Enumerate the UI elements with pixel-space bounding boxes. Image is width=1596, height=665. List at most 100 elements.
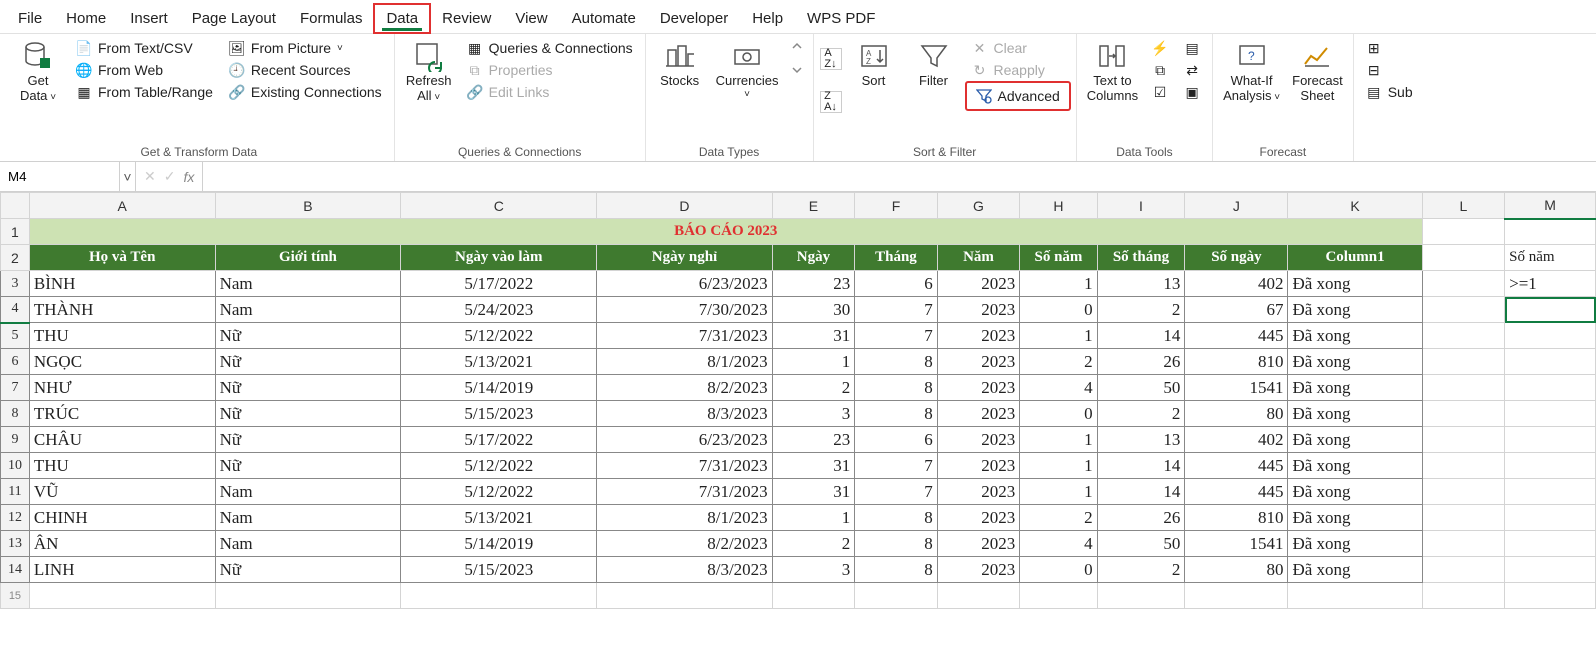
cell[interactable]: 4 [1020,375,1097,401]
cell[interactable]: 5/17/2022 [401,271,597,297]
cell[interactable]: 13 [1097,271,1185,297]
cell[interactable]: CHINH [29,505,215,531]
cell[interactable]: 13 [1097,427,1185,453]
active-cell[interactable] [1505,297,1596,323]
cell[interactable]: Đã xong [1288,427,1422,453]
cell[interactable] [855,583,938,609]
cell[interactable]: ÂN [29,531,215,557]
table-header[interactable]: Ngày vào làm [401,245,597,271]
col-header-G[interactable]: G [937,193,1020,219]
sort-asc-button[interactable]: AZ↓ [820,48,842,70]
from-table-button[interactable]: ▦ From Table/Range [70,82,219,102]
cell[interactable]: 23 [772,427,855,453]
cell[interactable]: 80 [1185,557,1288,583]
cell[interactable]: Nữ [215,557,401,583]
menu-home[interactable]: Home [54,4,118,33]
cell[interactable]: VŨ [29,479,215,505]
cell[interactable]: Nam [215,271,401,297]
row-header-3[interactable]: 3 [1,271,30,297]
cell[interactable] [1185,583,1288,609]
col-header-C[interactable]: C [401,193,597,219]
cell[interactable]: 31 [772,479,855,505]
cell[interactable] [1505,557,1596,583]
reapply-button[interactable]: ↻ Reapply [966,60,1070,80]
row-header-9[interactable]: 9 [1,427,30,453]
cell[interactable] [597,583,772,609]
cell[interactable] [1505,349,1596,375]
menu-data[interactable]: Data [374,4,430,33]
advanced-filter-button[interactable]: Advanced [966,82,1070,110]
cell[interactable]: 31 [772,453,855,479]
cell[interactable]: 7 [855,297,938,323]
cell-M1[interactable] [1505,219,1596,245]
cell[interactable]: 30 [772,297,855,323]
name-box-dropdown[interactable]: ˅ [120,162,136,191]
cell[interactable] [1422,323,1505,349]
queries-connections-button[interactable]: ▦ Queries & Connections [461,38,639,58]
cell[interactable] [1422,427,1505,453]
row-header-15[interactable]: 15 [1,583,30,609]
cell[interactable]: 2023 [937,479,1020,505]
cell[interactable] [1505,583,1596,609]
cell[interactable]: 6 [855,427,938,453]
cell[interactable]: Đã xong [1288,401,1422,427]
enter-icon[interactable]: ✓ [164,168,176,185]
recent-sources-button[interactable]: 🕘 Recent Sources [223,60,388,80]
table-header[interactable]: Số tháng [1097,245,1185,271]
cell[interactable]: 7 [855,323,938,349]
cell[interactable] [1422,557,1505,583]
row-header-11[interactable]: 11 [1,479,30,505]
cell[interactable]: Đã xong [1288,349,1422,375]
cell[interactable]: 1 [1020,453,1097,479]
from-text-csv-button[interactable]: 📄 From Text/CSV [70,38,219,58]
cell[interactable]: 2023 [937,505,1020,531]
col-header-D[interactable]: D [597,193,772,219]
cell[interactable]: 8 [855,401,938,427]
cell[interactable]: Đã xong [1288,323,1422,349]
menu-view[interactable]: View [503,4,559,33]
cell[interactable]: Nữ [215,323,401,349]
cell[interactable]: Nữ [215,349,401,375]
cell[interactable] [772,583,855,609]
cell[interactable]: 402 [1185,427,1288,453]
cell[interactable] [1505,453,1596,479]
cell[interactable] [1505,505,1596,531]
col-header-K[interactable]: K [1288,193,1422,219]
cell[interactable]: 1 [1020,323,1097,349]
cell[interactable]: 8 [855,505,938,531]
cell[interactable]: 3 [772,557,855,583]
cell[interactable]: NGỌC [29,349,215,375]
refresh-all-button[interactable]: Refresh All [401,38,457,106]
row-header-2[interactable]: 2 [1,245,30,271]
cell[interactable]: Nam [215,505,401,531]
cell[interactable]: 8 [855,349,938,375]
flash-fill-button[interactable]: ⚡ [1146,38,1174,58]
group-button[interactable]: ⊞ [1360,38,1419,58]
cell[interactable]: 3 [772,401,855,427]
cell[interactable]: Đã xong [1288,271,1422,297]
cell[interactable] [1505,531,1596,557]
cell[interactable]: Nữ [215,375,401,401]
cell[interactable]: 2023 [937,271,1020,297]
row-header-4[interactable]: 4 [1,297,30,323]
table-header[interactable]: Giới tính [215,245,401,271]
cell[interactable]: 14 [1097,453,1185,479]
menu-review[interactable]: Review [430,4,503,33]
remove-dup-button[interactable]: ⧉ [1146,60,1174,80]
cell[interactable]: 2 [1097,297,1185,323]
table-header[interactable]: Column1 [1288,245,1422,271]
cell[interactable]: 8/3/2023 [597,401,772,427]
cell[interactable]: 2 [1097,401,1185,427]
cell[interactable]: Đã xong [1288,453,1422,479]
cell[interactable]: 7/31/2023 [597,453,772,479]
table-header[interactable]: Số năm [1020,245,1097,271]
cell[interactable]: 2 [1097,557,1185,583]
cell[interactable]: 0 [1020,401,1097,427]
cell[interactable]: 810 [1185,505,1288,531]
cell[interactable]: 6/23/2023 [597,427,772,453]
cell[interactable]: 8/3/2023 [597,557,772,583]
row-header-5[interactable]: 5 [1,323,30,349]
cell[interactable]: TRÚC [29,401,215,427]
cell[interactable] [1422,297,1505,323]
cell[interactable]: 1 [1020,271,1097,297]
